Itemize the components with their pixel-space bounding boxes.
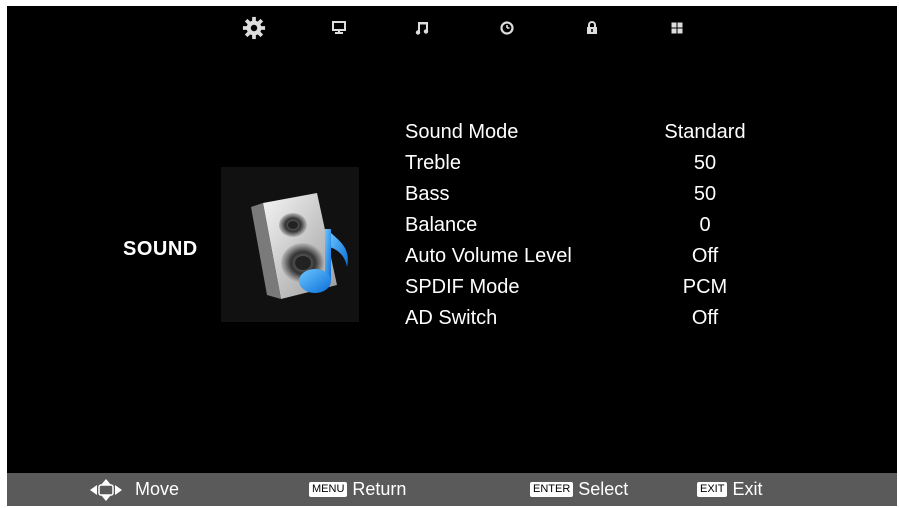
menu-item-label: SPDIF Mode: [405, 276, 520, 298]
page-title: SOUND: [123, 238, 198, 260]
menu-row-treble[interactable]: Treble 50: [405, 149, 825, 180]
menu-row-ad-switch[interactable]: AD Switch Off: [405, 304, 825, 335]
grid-icon[interactable]: [665, 16, 689, 40]
menu-item-label: Bass: [405, 183, 450, 205]
hint-label: Return: [352, 479, 407, 499]
hint-select: ENTER Select: [530, 473, 628, 506]
monitor-icon[interactable]: [327, 16, 351, 40]
menu-item-label: Auto Volume Level: [405, 245, 572, 267]
menu-item-label: Sound Mode: [405, 121, 519, 143]
menu-row-balance[interactable]: Balance 0: [405, 211, 825, 242]
menu-key-badge: MENU: [309, 482, 348, 497]
menu-row-bass[interactable]: Bass 50: [405, 180, 825, 211]
speaker-music-icon: [221, 167, 359, 322]
hint-label: Select: [578, 479, 629, 499]
arrow-keys-icon: [89, 478, 123, 502]
menu-tab-bar: [7, 6, 897, 50]
menu-row-spdif-mode[interactable]: SPDIF Mode PCM: [405, 273, 825, 304]
gear-icon[interactable]: [242, 16, 266, 40]
tv-osd-screen: SOUND Sound Mode Standard Treble 50 Bass…: [7, 6, 897, 506]
menu-item-value: Off: [691, 307, 719, 329]
hint-exit: EXIT Exit: [697, 473, 762, 506]
menu-item-value: 50: [693, 183, 717, 205]
music-note-icon[interactable]: [410, 16, 434, 40]
menu-item-value: Off: [691, 245, 719, 267]
footer-hint-bar: Move MENU Return ENTER Select EXIT Exit: [7, 473, 897, 506]
menu-item-label: Treble: [405, 152, 461, 174]
menu-item-label: AD Switch: [405, 307, 498, 329]
menu-item-value: Standard: [664, 121, 746, 143]
menu-item-value: 50: [693, 152, 717, 174]
menu-item-value: PCM: [682, 276, 728, 298]
hint-label: Exit: [732, 479, 763, 499]
clock-icon[interactable]: [495, 16, 519, 40]
exit-key-badge: EXIT: [697, 482, 728, 497]
sound-settings-menu: Sound Mode Standard Treble 50 Bass 50 Ba…: [405, 118, 825, 335]
hint-return: MENU Return: [309, 473, 406, 506]
menu-item-value: 0: [699, 214, 711, 236]
hint-move: Move: [89, 473, 179, 506]
lock-icon[interactable]: [580, 16, 604, 40]
menu-row-sound-mode[interactable]: Sound Mode Standard: [405, 118, 825, 149]
hint-label: Move: [135, 479, 180, 499]
menu-row-auto-volume-level[interactable]: Auto Volume Level Off: [405, 242, 825, 273]
menu-item-label: Balance: [405, 214, 478, 236]
enter-key-badge: ENTER: [530, 482, 574, 497]
